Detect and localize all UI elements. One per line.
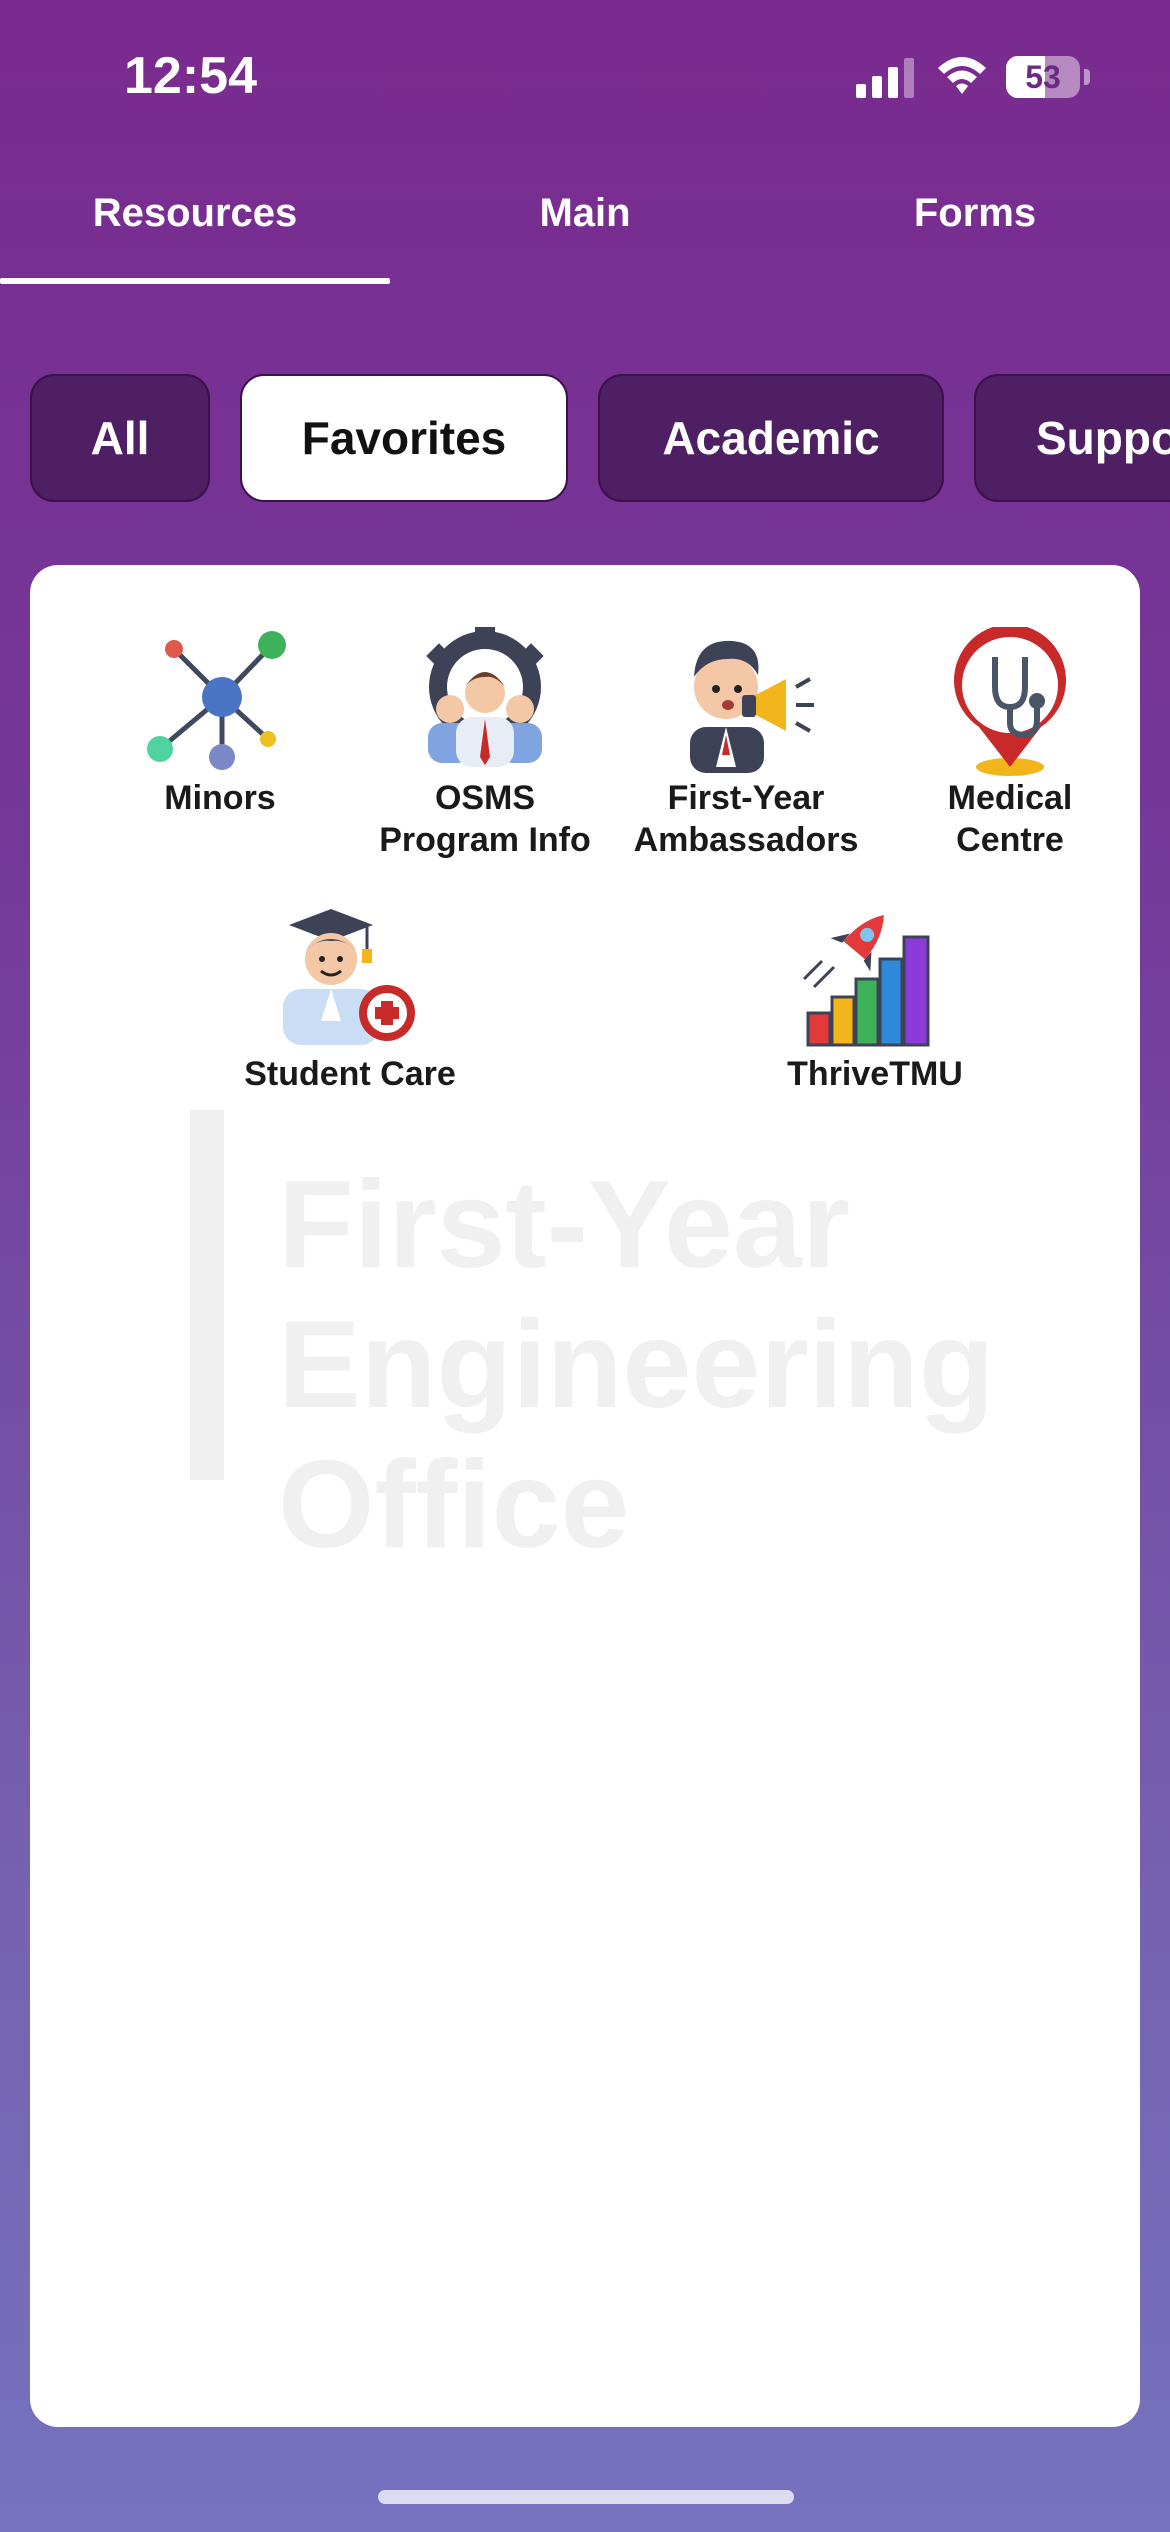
tile-label: Student Care (244, 1055, 456, 1093)
favorites-panel: First-Year Engineering Office Minors OSM… (30, 565, 1140, 2427)
tile-label: Minors (164, 779, 276, 817)
chip-all[interactable]: All (30, 374, 210, 502)
filter-chip-row: All Favorites Academic Suppo (0, 374, 1170, 506)
tile-first-year-ambassadors[interactable]: First-Year Ambassadors (590, 627, 902, 861)
tab-forms[interactable]: Forms (780, 150, 1170, 286)
watermark-text: First-Year Engineering Office (278, 1156, 995, 1574)
tile-label: ThriveTMU (787, 1055, 963, 1093)
megaphone-person-icon (690, 640, 814, 773)
status-time: 12:54 (124, 47, 257, 105)
graduate-care-icon (283, 909, 415, 1045)
tile-minors[interactable]: Minors (90, 627, 350, 819)
tile-medical-centre[interactable]: Medical Centre (870, 627, 1140, 861)
chip-favorites[interactable]: Favorites (240, 374, 568, 502)
top-tab-bar: Resources Main Forms (0, 150, 1170, 286)
team-gear-icon (426, 627, 544, 767)
watermark-bar (190, 1110, 224, 1480)
tile-thrivetmu[interactable]: ThriveTMU (720, 903, 1030, 1095)
rocket-growth-chart-icon (802, 914, 930, 1047)
wifi-icon (938, 57, 986, 94)
tab-resources[interactable]: Resources (0, 150, 390, 286)
chip-academic[interactable]: Academic (598, 374, 944, 502)
tile-label: Medical Centre (947, 779, 1073, 859)
tile-student-care[interactable]: Student Care (190, 903, 510, 1095)
home-indicator[interactable] (378, 2490, 794, 2504)
selected-tab-indicator (0, 278, 390, 284)
cellular-signal-icon (856, 58, 914, 98)
network-icon (147, 631, 286, 770)
status-bar: 12:54 53 (0, 0, 1170, 150)
tile-label: First-Year Ambassadors (633, 779, 859, 859)
chip-support[interactable]: Suppo (974, 374, 1170, 502)
battery-icon: 53 (1006, 56, 1092, 98)
tab-main[interactable]: Main (390, 150, 780, 286)
stethoscope-pin-icon (954, 627, 1066, 776)
battery-level: 53 (1025, 59, 1061, 95)
